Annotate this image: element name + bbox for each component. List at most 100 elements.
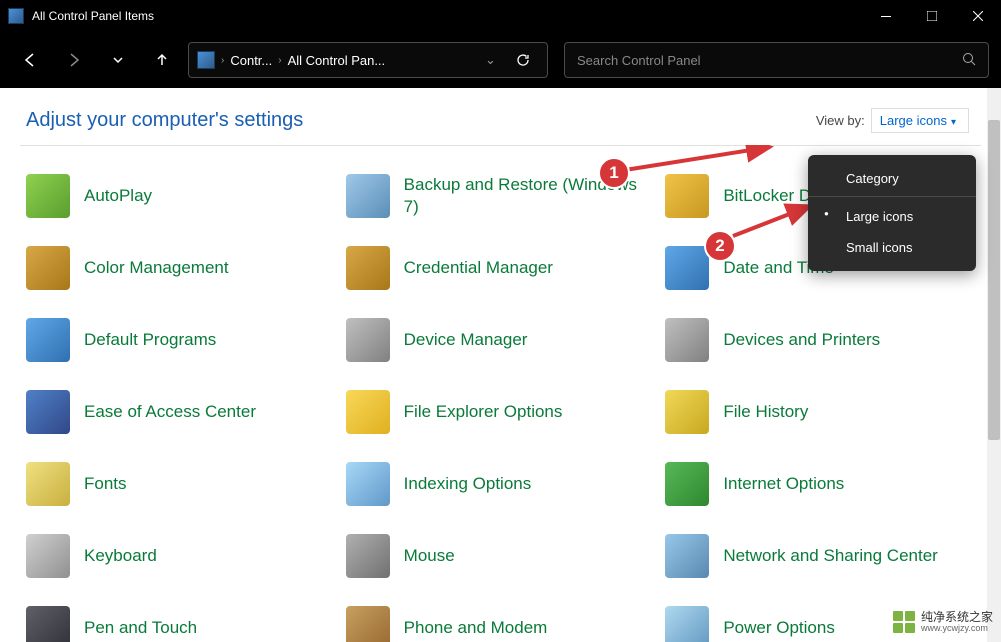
printers-icon — [665, 318, 709, 362]
address-bar[interactable]: › Contr... › All Control Pan... ⌄ — [188, 42, 548, 78]
cp-item-label: Devices and Printers — [723, 329, 880, 351]
cp-item-label: Keyboard — [84, 545, 157, 567]
cp-item-label: Color Management — [84, 257, 229, 279]
cp-item-label: Indexing Options — [404, 473, 532, 495]
default-icon — [26, 318, 70, 362]
up-icon — [154, 52, 170, 68]
search-icon[interactable] — [962, 52, 976, 69]
header-row: Adjust your computer's settings View by:… — [0, 88, 1001, 145]
ease-icon — [26, 390, 70, 434]
chevron-down-icon — [112, 54, 124, 66]
scrollbar-thumb[interactable] — [988, 120, 1000, 440]
cp-item[interactable]: Pen and Touch — [26, 606, 336, 642]
breadcrumb-part[interactable]: All Control Pan... — [288, 53, 386, 68]
cp-item[interactable]: Mouse — [346, 534, 656, 578]
breadcrumb-part[interactable]: Contr... — [230, 53, 272, 68]
close-icon — [973, 11, 983, 21]
internet-icon — [665, 462, 709, 506]
cp-item-label: Credential Manager — [404, 257, 553, 279]
forward-icon — [66, 52, 82, 68]
viewby-dropdown[interactable]: Large icons — [871, 108, 969, 133]
menu-item[interactable]: Category — [808, 163, 976, 197]
viewby-menu[interactable]: Category Large iconsSmall icons — [808, 155, 976, 271]
annotation-arrow-2 — [728, 198, 818, 238]
cp-item[interactable]: Keyboard — [26, 534, 336, 578]
cp-item-label: Network and Sharing Center — [723, 545, 938, 567]
device-icon — [346, 318, 390, 362]
cp-item-label: Mouse — [404, 545, 455, 567]
chevron-right-icon: › — [278, 55, 281, 66]
history-icon — [665, 390, 709, 434]
cp-item[interactable]: Network and Sharing Center — [665, 534, 975, 578]
cp-item-label: AutoPlay — [84, 185, 152, 207]
window-title: All Control Panel Items — [32, 9, 863, 23]
cp-item-label: Pen and Touch — [84, 617, 197, 639]
date-icon — [665, 246, 709, 290]
cp-item-label: Ease of Access Center — [84, 401, 256, 423]
back-icon — [22, 52, 38, 68]
indexing-icon — [346, 462, 390, 506]
refresh-icon — [516, 53, 530, 67]
cp-item[interactable]: Fonts — [26, 462, 336, 506]
watermark-url: www.ycwjzy.com — [921, 624, 993, 634]
watermark: 纯净系统之家 www.ycwjzy.com — [893, 611, 993, 634]
cp-item[interactable]: Devices and Printers — [665, 318, 975, 362]
titlebar: All Control Panel Items — [0, 0, 1001, 32]
refresh-button[interactable] — [507, 44, 539, 76]
cp-item[interactable]: Device Manager — [346, 318, 656, 362]
fonts-icon — [26, 462, 70, 506]
cp-item-label: Default Programs — [84, 329, 216, 351]
cp-item-label: Device Manager — [404, 329, 528, 351]
control-panel-icon — [197, 51, 215, 69]
search-input[interactable] — [577, 53, 962, 68]
maximize-icon — [927, 11, 937, 21]
cp-item[interactable]: AutoPlay — [26, 174, 336, 218]
cp-item-label: File Explorer Options — [404, 401, 563, 423]
annotation-badge-1: 1 — [598, 157, 630, 189]
minimize-button[interactable] — [863, 0, 909, 32]
watermark-logo-icon — [893, 611, 915, 633]
menu-item[interactable]: Small icons — [808, 232, 976, 263]
minimize-icon — [881, 16, 891, 17]
cp-item[interactable]: File History — [665, 390, 975, 434]
cp-item-label: Fonts — [84, 473, 127, 495]
page-title: Adjust your computer's settings — [26, 109, 303, 132]
explorer-icon — [346, 390, 390, 434]
search-bar[interactable] — [564, 42, 989, 78]
forward-button[interactable] — [56, 42, 92, 78]
cp-item[interactable]: Default Programs — [26, 318, 336, 362]
cp-item[interactable]: Credential Manager — [346, 246, 656, 290]
mouse-icon — [346, 534, 390, 578]
cp-item-label: Internet Options — [723, 473, 844, 495]
power-icon — [665, 606, 709, 642]
close-button[interactable] — [955, 0, 1001, 32]
cp-item-label: Power Options — [723, 617, 835, 639]
menu-item[interactable]: Large icons — [808, 201, 976, 232]
annotation-arrow-1 — [620, 145, 780, 175]
toolbar: › Contr... › All Control Pan... ⌄ — [0, 32, 1001, 88]
cp-item[interactable]: File Explorer Options — [346, 390, 656, 434]
recent-button[interactable] — [100, 42, 136, 78]
cp-item[interactable]: Phone and Modem — [346, 606, 656, 642]
color-icon — [26, 246, 70, 290]
bitlocker-icon — [665, 174, 709, 218]
cp-item-label: Phone and Modem — [404, 617, 548, 639]
credential-icon — [346, 246, 390, 290]
control-panel-icon — [8, 8, 24, 24]
up-button[interactable] — [144, 42, 180, 78]
viewby-control: View by: Large icons — [816, 108, 969, 133]
autoplay-icon — [26, 174, 70, 218]
chevron-down-icon[interactable]: ⌄ — [485, 52, 497, 68]
keyboard-icon — [26, 534, 70, 578]
cp-item[interactable]: Internet Options — [665, 462, 975, 506]
cp-item[interactable]: Indexing Options — [346, 462, 656, 506]
annotation-badge-2: 2 — [704, 230, 736, 262]
back-button[interactable] — [12, 42, 48, 78]
chevron-right-icon: › — [221, 55, 224, 66]
backup-icon — [346, 174, 390, 218]
cp-item[interactable]: Color Management — [26, 246, 336, 290]
maximize-button[interactable] — [909, 0, 955, 32]
cp-item-label: File History — [723, 401, 808, 423]
network-icon — [665, 534, 709, 578]
cp-item[interactable]: Ease of Access Center — [26, 390, 336, 434]
